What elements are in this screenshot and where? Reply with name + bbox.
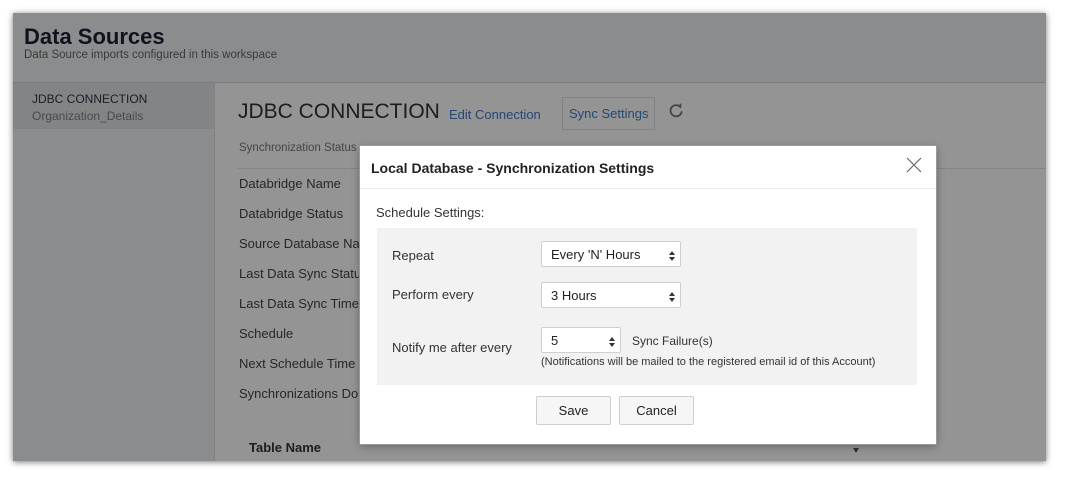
repeat-select[interactable]: Every 'N' Hours — [541, 241, 681, 267]
notify-count-select[interactable]: 5 — [541, 327, 621, 353]
perform-every-label: Perform every — [392, 287, 474, 302]
repeat-label: Repeat — [392, 248, 434, 263]
schedule-settings-panel: Repeat Every 'N' Hours Perform every 3 H… — [377, 228, 917, 385]
sync-settings-dialog: Local Database - Synchronization Setting… — [360, 146, 936, 444]
cancel-button-label: Cancel — [636, 403, 677, 418]
notify-count-value: 5 — [551, 333, 559, 348]
repeat-select-value: Every 'N' Hours — [551, 247, 641, 262]
select-arrow-icon — [668, 249, 676, 261]
select-arrow-icon — [608, 335, 616, 347]
perform-every-select[interactable]: 3 Hours — [541, 282, 681, 308]
schedule-settings-label: Schedule Settings: — [376, 205, 485, 220]
notification-note: (Notifications will be mailed to the reg… — [541, 356, 876, 368]
select-arrow-icon — [668, 290, 676, 302]
dialog-title: Local Database - Synchronization Setting… — [371, 160, 655, 176]
dialog-header-divider — [360, 188, 936, 189]
app-window: Data Sources Data Source imports configu… — [13, 13, 1046, 461]
save-button-label: Save — [558, 403, 589, 418]
sync-failure-label: Sync Failure(s) — [632, 334, 713, 348]
notify-label: Notify me after every — [392, 340, 512, 355]
close-icon[interactable] — [905, 156, 923, 174]
cancel-button[interactable]: Cancel — [619, 396, 694, 425]
save-button[interactable]: Save — [536, 396, 611, 425]
perform-every-select-value: 3 Hours — [551, 288, 597, 303]
